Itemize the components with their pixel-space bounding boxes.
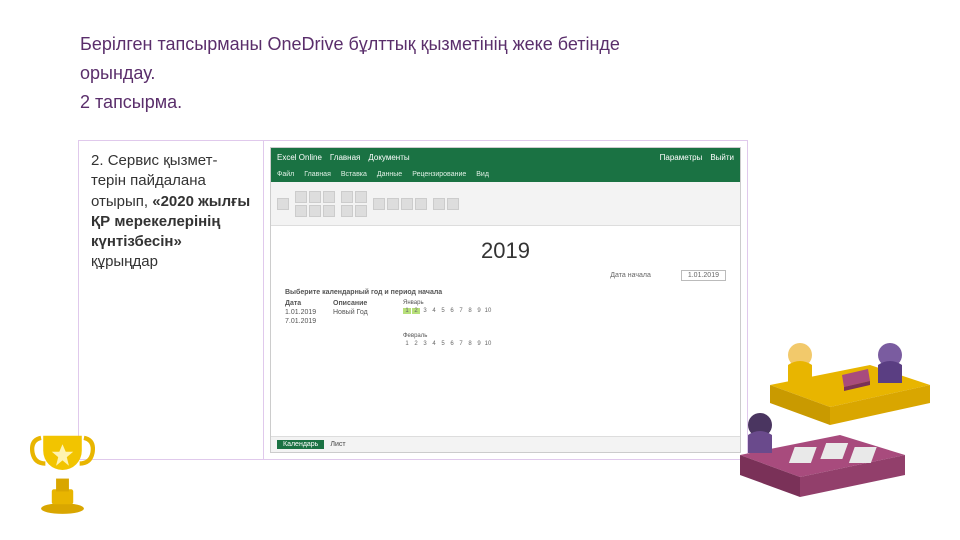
task-screenshot-container: Excel Online Главная Документы Параметры… xyxy=(264,141,747,459)
sheet-meta-row: Дата начала 1.01.2019 xyxy=(285,270,726,281)
task-text-post: құрыңдар xyxy=(91,253,158,270)
cal-cell: 8 xyxy=(466,341,474,347)
cal-cell: 9 xyxy=(475,308,483,314)
ribbon-icon xyxy=(447,198,459,210)
tab-file: Файл xyxy=(277,171,294,178)
ribbon-icon xyxy=(295,191,307,203)
heading-line-2: орындау. xyxy=(80,59,700,88)
heading-line-3: 2 тапсырма. xyxy=(80,88,700,117)
people-illustration-icon xyxy=(730,305,945,505)
cal-cell: 1 xyxy=(403,308,411,314)
task-description: 2. Сервис қызмет-терін пайдалана отырып,… xyxy=(79,141,264,459)
cal-cell: 9 xyxy=(475,341,483,347)
cal-cell: 4 xyxy=(430,308,438,314)
tab-data: Данные xyxy=(377,171,402,178)
excel-titlebar: Excel Online Главная Документы Параметры… xyxy=(271,148,740,166)
titlebar-settings: Параметры xyxy=(660,153,703,162)
titlebar-exit: Выйти xyxy=(710,153,734,162)
cal-cell: 6 xyxy=(448,308,456,314)
cal-cell: 2 xyxy=(412,341,420,347)
ribbon-icon xyxy=(341,205,353,217)
sheet-data-table: Дата Описание 1.01.2019 Новый Год 7.01.2… xyxy=(285,300,383,325)
titlebar-crumb-2: Документы xyxy=(368,153,409,162)
ribbon-icon xyxy=(323,205,335,217)
cell-date-1: 1.01.2019 xyxy=(285,309,325,316)
cal-cell: 7 xyxy=(457,341,465,347)
col-head-date: Дата xyxy=(285,300,325,307)
cell-desc-2 xyxy=(333,318,383,325)
sheet-subheading: Выберите календарный год и период начала xyxy=(285,289,726,296)
meta-label: Дата начала xyxy=(610,272,651,279)
cal-cell: 3 xyxy=(421,308,429,314)
ribbon-icon xyxy=(433,198,445,210)
page-heading: Берілген тапсырманы OneDrive бұлттық қыз… xyxy=(80,30,700,116)
tab-home: Главная xyxy=(304,171,331,178)
tab-review: Рецензирование xyxy=(412,171,466,178)
sheet-block-2: Февраль 1 2 3 4 5 6 7 8 9 10 xyxy=(285,333,726,347)
titlebar-crumb-1: Главная xyxy=(330,153,360,162)
cal-cell: 10 xyxy=(484,341,492,347)
cal-cell: 2 xyxy=(412,308,420,314)
ribbon-icon xyxy=(415,198,427,210)
excel-ribbon xyxy=(271,182,740,226)
meta-date-box: 1.01.2019 xyxy=(681,270,726,281)
ribbon-icon xyxy=(323,191,335,203)
ribbon-icon xyxy=(387,198,399,210)
month-label-2: Февраль xyxy=(403,333,492,339)
cal-cell: 6 xyxy=(448,341,456,347)
ribbon-icon xyxy=(341,191,353,203)
task-panel: 2. Сервис қызмет-терін пайдалана отырып,… xyxy=(78,140,748,460)
ribbon-icon xyxy=(355,205,367,217)
excel-ribbon-tabs: Файл Главная Вставка Данные Рецензирован… xyxy=(271,166,740,182)
cal-cell: 5 xyxy=(439,308,447,314)
trophy-icon xyxy=(30,425,95,515)
sheet-tab-calendar: Календарь xyxy=(277,440,324,449)
mini-calendar-jan: Январь 1 2 3 4 5 6 7 8 9 10 xyxy=(403,300,492,325)
ribbon-icon xyxy=(277,198,289,210)
ribbon-icon xyxy=(401,198,413,210)
excel-online-screenshot: Excel Online Главная Документы Параметры… xyxy=(270,147,741,453)
tab-insert: Вставка xyxy=(341,171,367,178)
sheet-year-title: 2019 xyxy=(285,238,726,264)
ribbon-icon xyxy=(295,205,307,217)
tab-view: Вид xyxy=(476,171,489,178)
month-label-1: Январь xyxy=(403,300,492,306)
ribbon-icon xyxy=(309,191,321,203)
cal-cell: 7 xyxy=(457,308,465,314)
excel-sheet-area: 2019 Дата начала 1.01.2019 Выберите кале… xyxy=(271,226,740,436)
ribbon-icon xyxy=(373,198,385,210)
cell-date-2: 7.01.2019 xyxy=(285,318,325,325)
cal-cell: 10 xyxy=(484,308,492,314)
cal-cell: 3 xyxy=(421,341,429,347)
task-number: 2. xyxy=(91,152,104,169)
ribbon-icon xyxy=(309,205,321,217)
cal-cell: 5 xyxy=(439,341,447,347)
mini-calendar-feb: Февраль 1 2 3 4 5 6 7 8 9 10 xyxy=(403,333,492,347)
col-head-desc: Описание xyxy=(333,300,383,307)
cal-cell: 8 xyxy=(466,308,474,314)
excel-status-bar: Календарь Лист xyxy=(271,436,740,452)
heading-line-1: Берілген тапсырманы OneDrive бұлттық қыз… xyxy=(80,30,700,59)
sheet-block-1: Дата Описание 1.01.2019 Новый Год 7.01.2… xyxy=(285,300,726,325)
titlebar-app: Excel Online xyxy=(277,153,322,162)
cal-cell: 4 xyxy=(430,341,438,347)
cell-desc-1: Новый Год xyxy=(333,309,383,316)
cal-cell: 1 xyxy=(403,341,411,347)
sheet-tab-2: Лист xyxy=(330,441,345,448)
ribbon-icon xyxy=(355,191,367,203)
